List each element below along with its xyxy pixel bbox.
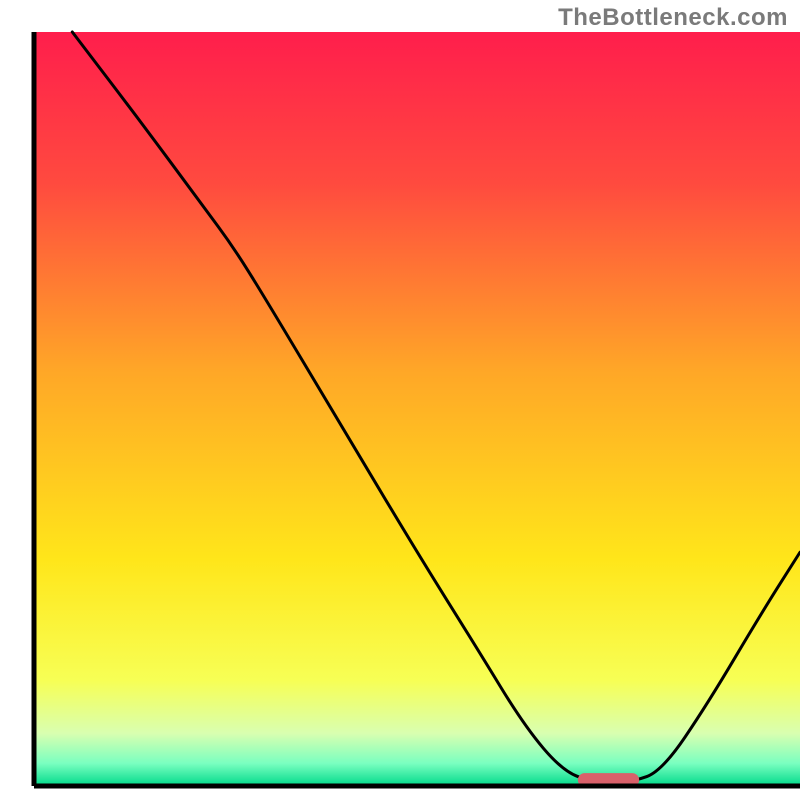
chart-svg bbox=[0, 0, 800, 800]
plot-background bbox=[34, 32, 800, 786]
plot-area bbox=[34, 32, 800, 787]
watermark-text: TheBottleneck.com bbox=[558, 4, 788, 32]
bottleneck-chart: TheBottleneck.com bbox=[0, 0, 800, 800]
